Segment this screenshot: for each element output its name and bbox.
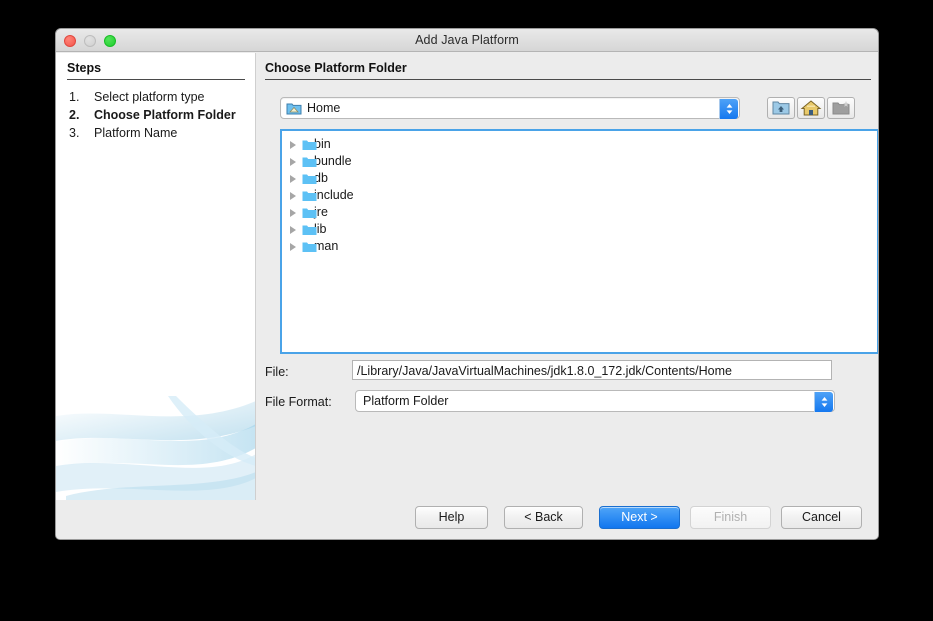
folder-icon: [302, 224, 317, 236]
step-number: 3.: [69, 125, 87, 142]
dialog-body: Steps 1. Select platform type 2. Choose …: [56, 53, 878, 502]
list-item[interactable]: bundle: [282, 153, 877, 170]
list-item[interactable]: lib: [282, 221, 877, 238]
finish-button: Finish: [690, 506, 771, 529]
step-item-2: 2. Choose Platform Folder: [67, 107, 249, 124]
title-bar: Add Java Platform: [56, 29, 878, 52]
location-dropdown-arrow[interactable]: [719, 99, 738, 119]
content-pane: Choose Platform Folder Home: [257, 53, 878, 502]
list-item[interactable]: db: [282, 170, 877, 187]
list-item[interactable]: include: [282, 187, 877, 204]
list-item[interactable]: bin: [282, 136, 877, 153]
next-button[interactable]: Next >: [599, 506, 680, 529]
list-item-label: include: [314, 188, 354, 202]
disclosure-triangle-icon[interactable]: [290, 192, 296, 200]
page-title: Choose Platform Folder: [265, 61, 407, 75]
location-combobox[interactable]: Home: [280, 97, 740, 119]
file-format-value: Platform Folder: [363, 394, 448, 408]
dialog-footer: Help < Back Next > Finish Cancel: [56, 500, 878, 539]
disclosure-triangle-icon[interactable]: [290, 141, 296, 149]
steps-sidebar: Steps 1. Select platform type 2. Choose …: [56, 53, 256, 502]
file-label: File:: [265, 365, 289, 379]
new-folder-button: [827, 97, 855, 119]
list-item-label: bundle: [314, 154, 352, 168]
folder-up-button[interactable]: [767, 97, 795, 119]
file-format-dropdown-arrow[interactable]: [814, 392, 833, 412]
disclosure-triangle-icon[interactable]: [290, 209, 296, 217]
window-title: Add Java Platform: [56, 33, 878, 47]
step-label: Select platform type: [94, 90, 204, 104]
page-title-divider: [265, 79, 871, 80]
steps-heading: Steps: [67, 61, 101, 75]
disclosure-triangle-icon[interactable]: [290, 175, 296, 183]
steps-list: 1. Select platform type 2. Choose Platfo…: [67, 89, 249, 143]
folder-icon: [302, 190, 317, 202]
file-format-combobox[interactable]: Platform Folder: [355, 390, 835, 412]
step-item-3: 3. Platform Name: [67, 125, 249, 142]
steps-divider: [67, 79, 245, 80]
list-item-label: man: [314, 239, 338, 253]
dialog-window: Add Java Platform Steps 1. Select platfo…: [55, 28, 879, 540]
folder-icon: [302, 173, 317, 185]
file-path-input[interactable]: /Library/Java/JavaVirtualMachines/jdk1.8…: [352, 360, 832, 380]
step-label: Choose Platform Folder: [94, 108, 236, 122]
step-item-1: 1. Select platform type: [67, 89, 249, 106]
list-item[interactable]: man: [282, 238, 877, 255]
folder-icon: [302, 207, 317, 219]
back-button[interactable]: < Back: [504, 506, 583, 529]
location-value: Home: [307, 101, 340, 115]
list-item[interactable]: jre: [282, 204, 877, 221]
folder-shortcut-icon: [286, 101, 302, 116]
step-number: 2.: [69, 107, 87, 124]
decorative-swoosh-graphic: [56, 396, 256, 501]
disclosure-triangle-icon[interactable]: [290, 158, 296, 166]
disclosure-triangle-icon[interactable]: [290, 226, 296, 234]
folder-icon: [302, 139, 317, 151]
help-button[interactable]: Help: [415, 506, 488, 529]
folder-icon: [302, 241, 317, 253]
cancel-button[interactable]: Cancel: [781, 506, 862, 529]
folder-icon: [302, 156, 317, 168]
disclosure-triangle-icon[interactable]: [290, 243, 296, 251]
home-button[interactable]: [797, 97, 825, 119]
file-format-label: File Format:: [265, 395, 332, 409]
step-number: 1.: [69, 89, 87, 106]
folder-list[interactable]: bin bundle db: [280, 129, 879, 354]
step-label: Platform Name: [94, 126, 177, 140]
